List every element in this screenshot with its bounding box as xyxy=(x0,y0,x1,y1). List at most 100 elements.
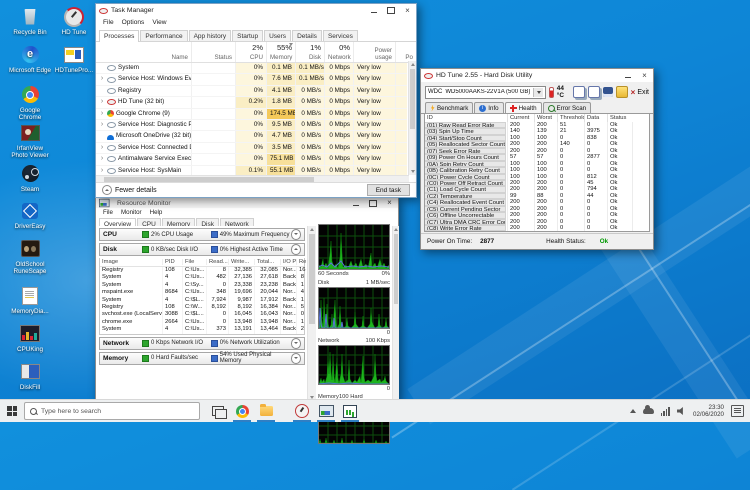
disk-row[interactable]: System4C:\Us...37313,19113,464Back...2 xyxy=(100,326,304,334)
minimize-button[interactable] xyxy=(619,69,636,82)
copy-screenshot-icon[interactable] xyxy=(572,86,585,98)
close-button[interactable]: × xyxy=(636,69,653,82)
tab-benchmark[interactable]: Benchmark xyxy=(425,102,474,113)
export-icon[interactable] xyxy=(615,86,628,98)
tab-info[interactable]: i Info xyxy=(474,102,504,113)
disk-row[interactable]: Registry 108 C:\Us... 8 32,385 32,085 Nor... 16 xyxy=(100,267,305,275)
desktop-icon-steam[interactable]: Steam xyxy=(8,163,52,193)
menu-file[interactable]: File xyxy=(99,209,117,216)
col-cpu[interactable]: 2% CPU xyxy=(235,42,266,62)
save-icon[interactable] xyxy=(602,87,613,97)
col-disk[interactable]: 1% Disk xyxy=(295,42,324,62)
tab-processes[interactable]: Processes xyxy=(99,30,140,42)
action-center-icon[interactable] xyxy=(731,405,744,417)
process-row[interactable]: › Google Chrome (9) 0% 174.5 MB 0 MB/s 0 … xyxy=(96,108,407,120)
collapse-chevron-icon[interactable] xyxy=(290,352,301,364)
tab-performance[interactable]: Performance xyxy=(140,30,188,41)
col-power-usage[interactable]: Power usage xyxy=(353,42,395,62)
hidden-icons-chevron[interactable] xyxy=(629,409,636,413)
smart-row[interactable]: (C8) Write Error Rate 200 200 0 0 Ok xyxy=(425,225,649,231)
tab-services[interactable]: Services xyxy=(322,30,358,41)
disk-col-file[interactable]: File xyxy=(182,259,206,265)
disk-col-total[interactable]: Total... xyxy=(254,259,280,265)
onedrive-icon[interactable] xyxy=(642,405,654,414)
taskbar-search[interactable]: Type here to search xyxy=(24,402,200,420)
menu-monitor[interactable]: Monitor xyxy=(117,209,146,216)
col-name[interactable]: Name xyxy=(171,54,188,61)
col-memory[interactable]: 55% Memory xyxy=(266,42,295,62)
disk-row[interactable]: Registry 108 C:\W... 8,192 8,192 16,384 Nor...… xyxy=(100,303,304,312)
desktop-icon-drivereasy[interactable]: DriverEasy xyxy=(8,200,52,230)
expand-chevron-icon[interactable]: › xyxy=(99,143,105,153)
minimize-button[interactable] xyxy=(365,4,382,17)
hd-tune-titlebar[interactable]: HD Tune 2.55 - Hard Disk Utility × xyxy=(421,69,653,82)
collapse-chevron-icon[interactable] xyxy=(290,244,301,255)
task-view-button[interactable] xyxy=(206,400,230,422)
network-icon[interactable] xyxy=(660,406,671,416)
disk-row[interactable]: System4C:\Sy...023,33823,238Back...1 xyxy=(100,281,304,290)
taskbar-clock[interactable]: 23:30 02/06/2020 xyxy=(693,404,724,419)
close-button[interactable]: × xyxy=(399,4,416,17)
desktop-icon-diskfill[interactable]: DiskFill xyxy=(8,361,52,391)
disk-row[interactable]: mspaint.exe 8684 C:\Us... 348 19,696 20,044 No… xyxy=(100,289,304,297)
desktop-icon-hdtunepro[interactable]: HDTunePro... xyxy=(52,44,96,74)
desktop-icon-irfanview-photo-viewer[interactable]: IrfanView Photo Viewer xyxy=(8,122,52,159)
menu-options[interactable]: Options xyxy=(118,19,149,26)
copy-text-icon[interactable] xyxy=(587,86,600,98)
desktop-icon-hd-tune[interactable]: HD Tune xyxy=(52,6,96,36)
taskbar-file-explorer[interactable] xyxy=(254,400,278,422)
graphs-scrollbar[interactable] xyxy=(392,226,399,401)
end-task-button[interactable]: End task xyxy=(366,184,410,196)
disk-col-i-o-pr[interactable]: I/O Pr... xyxy=(280,259,296,265)
process-row[interactable]: ›Service Host: Diagnostic Policy ... 0% … xyxy=(96,119,407,132)
col-network[interactable]: 0% Network xyxy=(324,42,353,62)
vertical-scrollbar[interactable] xyxy=(307,226,316,401)
disk-row[interactable]: System4C:\$L...7,9249,98717,912Back...1 xyxy=(100,296,304,304)
menu-help[interactable]: Help xyxy=(146,209,167,216)
tab-startup[interactable]: Startup xyxy=(232,30,264,41)
minimize-button[interactable] xyxy=(347,198,364,208)
collapse-chevron-icon[interactable] xyxy=(290,229,301,240)
expand-chevron-icon[interactable]: › xyxy=(99,97,105,107)
fewer-details-toggle[interactable]: Fewer details xyxy=(115,187,157,194)
disk-col-resp[interactable]: Resp... xyxy=(296,259,306,265)
menu-view[interactable]: View xyxy=(148,19,170,26)
desktop-icon-recycle-bin[interactable]: Recycle Bin xyxy=(8,6,52,36)
taskbar-chrome[interactable] xyxy=(230,400,254,422)
disk-col-read[interactable]: Read... xyxy=(206,259,228,265)
network-section-bar[interactable]: Network 0 Kbps Network I/O 0% Network Ut… xyxy=(99,336,305,350)
col-power-trend[interactable]: Po xyxy=(395,42,416,62)
tab-details[interactable]: Details xyxy=(292,30,322,41)
col-status[interactable]: Status xyxy=(214,54,232,61)
tab-users[interactable]: Users xyxy=(264,30,292,41)
desktop-icon-google-chrome[interactable]: Google Chrome xyxy=(8,84,52,121)
menu-file[interactable]: File xyxy=(99,19,118,26)
disk-row[interactable]: chrome.exe 2664 C:\Us... 0 13,948 13,948 Nor..… xyxy=(100,318,304,327)
desktop-icon-cpuking[interactable]: CPUKing xyxy=(8,323,52,353)
desktop-icon-oldschool-runescape[interactable]: OldSchool RuneScape xyxy=(8,238,52,275)
close-button[interactable]: × xyxy=(381,198,398,208)
drive-select-dropdown[interactable]: WDC WD5000AAKS-22V1A (500 GB) xyxy=(425,85,547,99)
process-row[interactable]: ›Service Host: Connected Device... 0% 3.… xyxy=(96,142,407,155)
vertical-scrollbar[interactable] xyxy=(408,61,416,175)
expand-chevron-icon[interactable]: › xyxy=(99,120,105,130)
process-row[interactable]: Microsoft OneDrive (32 bit) 0% 4.7 MB 0 … xyxy=(96,131,407,143)
task-manager-titlebar[interactable]: Task Manager × xyxy=(96,4,416,17)
disk-row[interactable]: svchost.exe (LocalServiceNoNe...3088C:\$… xyxy=(100,311,304,319)
resource-monitor-titlebar[interactable]: Resource Monitor × xyxy=(96,198,398,208)
expand-chevron-icon[interactable]: › xyxy=(99,154,105,164)
process-row[interactable]: ›Service Host: Windows Event Log 0% 7.6 … xyxy=(96,74,407,86)
desktop-icon-memorydia[interactable]: MemoryDia... xyxy=(8,285,52,315)
disk-col-pid[interactable]: PID xyxy=(162,259,182,265)
process-row[interactable]: Registry 0% 4.1 MB 0 MB/s 0 Mbps Very lo… xyxy=(96,85,407,98)
expand-chevron-icon[interactable]: › xyxy=(99,74,105,84)
process-row[interactable]: ›Antimalware Service Executable 0% 75.1 … xyxy=(96,154,407,166)
taskbar-resource-monitor[interactable] xyxy=(314,400,338,422)
process-row[interactable]: › HD Tune (32 bit) 0.2% 1.8 MB 0 MB/s 0 M… xyxy=(96,97,407,109)
taskbar-hd-tune[interactable] xyxy=(290,400,314,422)
memory-section-bar[interactable]: Memory 0 Hard Faults/sec 54% Used Physic… xyxy=(99,351,305,365)
start-button[interactable] xyxy=(0,400,24,422)
disk-section-bar[interactable]: Disk 0 KB/sec Disk I/O 0% Highest Active… xyxy=(99,243,305,256)
exit-button[interactable]: × Exit xyxy=(631,88,649,97)
volume-icon[interactable] xyxy=(677,407,683,415)
